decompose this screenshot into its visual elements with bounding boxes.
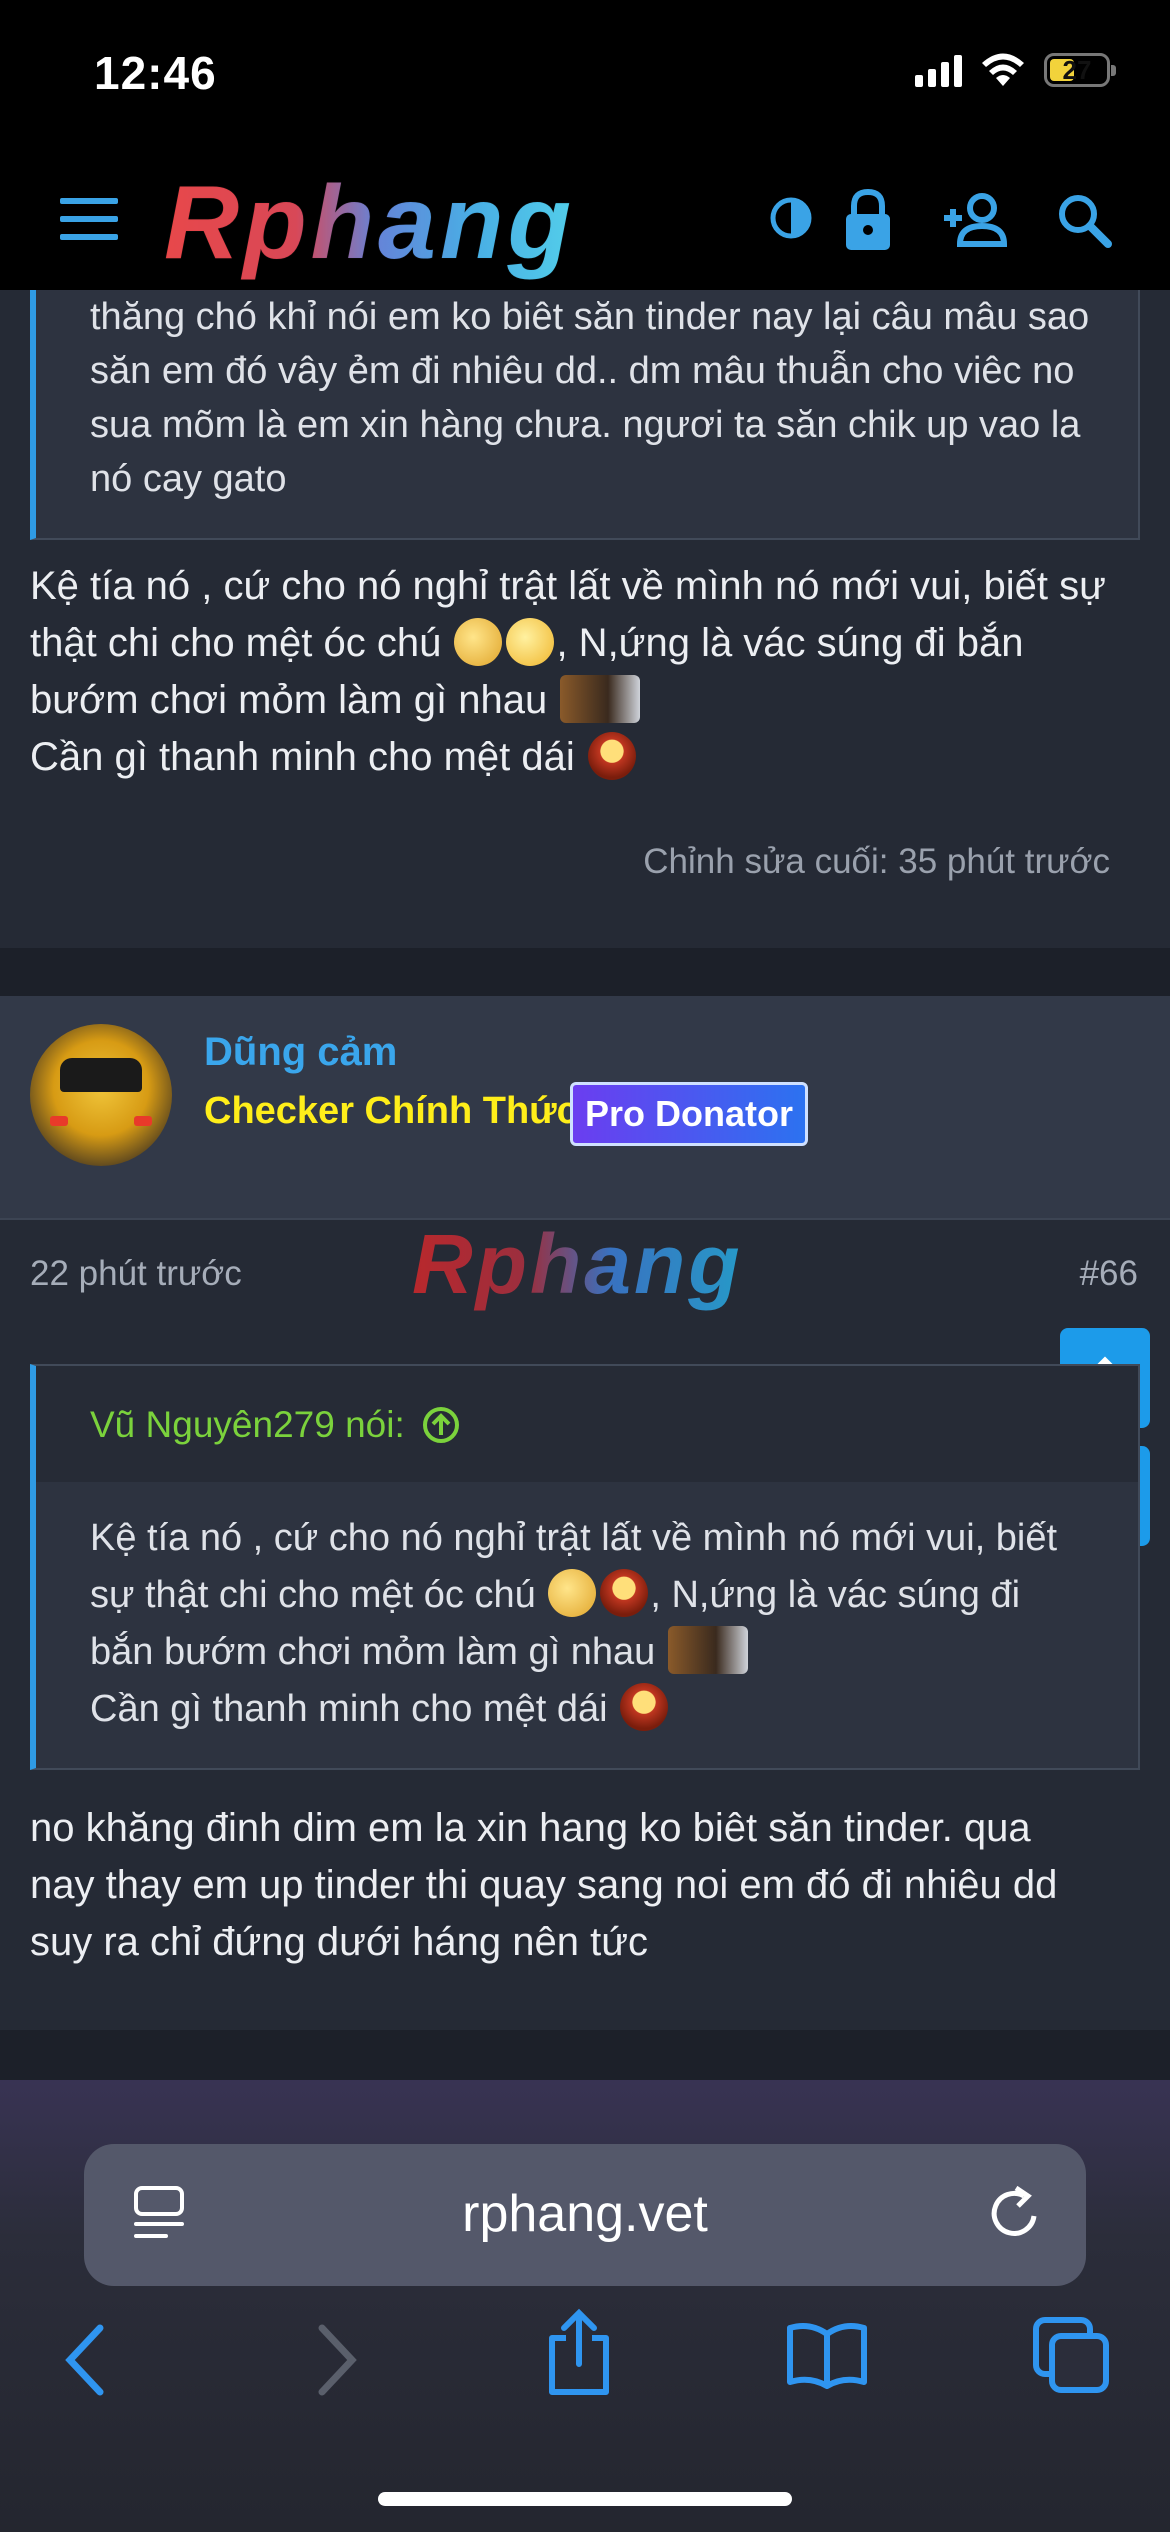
post-line: no khăng đinh dim em la xin hang ko biêt… [30,1806,1031,1850]
gun-emoji-icon [667,1626,748,1674]
post-body: no khăng đinh dim em la xin hang ko biêt… [30,1800,1130,1971]
tabs-icon[interactable] [1032,2316,1112,2396]
quote-header: Vũ Nguyên279 nói: [36,1366,1138,1482]
post-line: nay thay em up tinder thi quay sang noi … [30,1863,1058,1907]
wifi-icon [982,53,1024,86]
user-rank: Checker Chính Thức [204,1090,578,1132]
theme-toggle-icon[interactable] [768,188,814,248]
laugh-emoji-icon [506,618,555,666]
reload-icon[interactable] [986,2182,1046,2246]
post-separator [0,948,1170,998]
quote-text: thăng chó khỉ nói em ko biêt săn tinder … [90,296,1090,500]
post-meta: 22 phút trước Rphang #66 [0,1217,1170,1332]
watermark-logo: Rphang [412,1217,743,1311]
post-body: Kệ tía nó , cứ cho nó nghỉ trật lất về m… [30,558,1150,786]
clock: 12:46 [94,47,217,99]
quote-line: Kệ tía nó , cứ cho nó nghỉ trật lất về m… [90,1517,1058,1559]
bookmarks-icon[interactable] [784,2320,870,2390]
status-icons: 27 [915,52,1116,88]
search-icon[interactable] [1054,188,1114,252]
forward-icon[interactable] [312,2320,362,2400]
scream-emoji-icon [620,1683,669,1731]
scream-emoji-icon [600,1569,649,1617]
site-logo[interactable]: Rphang [164,164,575,283]
post-time[interactable]: 22 phút trước [30,1254,242,1294]
quote-block: thăng chó khỉ nói em ko biêt săn tinder … [30,260,1140,540]
donator-badge: Pro Donator [570,1082,809,1146]
battery-level: 27 [1062,55,1092,85]
post-line: bướm chơi mỏm làm gì nhau [30,672,1150,729]
menu-icon[interactable] [60,198,118,240]
browser-toolbar: rphang.vet [0,2080,1170,2532]
site-header: Rphang [0,150,1170,290]
home-indicator [378,2492,792,2506]
post-separator [0,2030,1170,2080]
add-user-icon[interactable] [940,188,1012,252]
quote-line: sự thật chi cho mệt óc chú , N,ứng là vá… [90,1567,1108,1624]
thinking-emoji-icon [454,618,503,666]
cellular-signal-icon [915,53,962,87]
scream-emoji-icon [587,732,636,780]
edited-note: Chỉnh sửa cuối: 35 phút trước [643,842,1110,881]
quote-body: Kệ tía nó , cứ cho nó nghỉ trật lất về m… [36,1482,1138,1768]
status-bar: 12:46 27 [0,0,1170,150]
post-line: Cần gì thanh minh cho mệt dái [30,729,1150,786]
thinking-emoji-icon [548,1569,597,1617]
post-author-block: Dũng cảm Checker Chính Thức Pro Donator [0,996,1170,1220]
quote-line: bắn bướm chơi mỏm làm gì nhau [90,1624,1108,1681]
avatar[interactable] [30,1024,172,1166]
username[interactable]: Dũng cảm [204,1030,397,1075]
jump-to-quote-icon[interactable] [421,1405,461,1445]
url-text[interactable]: rphang.vet [84,2184,1086,2244]
battery-icon: 27 [1044,53,1116,87]
gun-emoji-icon [560,675,641,723]
post-line: thật chi cho mệt óc chú , N,ứng là vác s… [30,615,1150,672]
quote-line: Cần gì thanh minh cho mệt dái [90,1681,1108,1738]
post-line: Kệ tía nó , cứ cho nó nghỉ trật lất về m… [30,564,1106,608]
address-bar[interactable]: rphang.vet [84,2144,1086,2286]
share-icon[interactable] [544,2308,614,2398]
post-number[interactable]: #66 [1080,1254,1138,1294]
lock-icon[interactable] [842,188,894,252]
post-line: suy ra chỉ đứng dưới háng nên tức [30,1920,649,1964]
quote-author[interactable]: Vũ Nguyên279 nói: [90,1404,461,1446]
back-icon[interactable] [60,2320,110,2400]
quote-block: Vũ Nguyên279 nói: Kệ tía nó , cứ cho nó … [30,1364,1140,1770]
